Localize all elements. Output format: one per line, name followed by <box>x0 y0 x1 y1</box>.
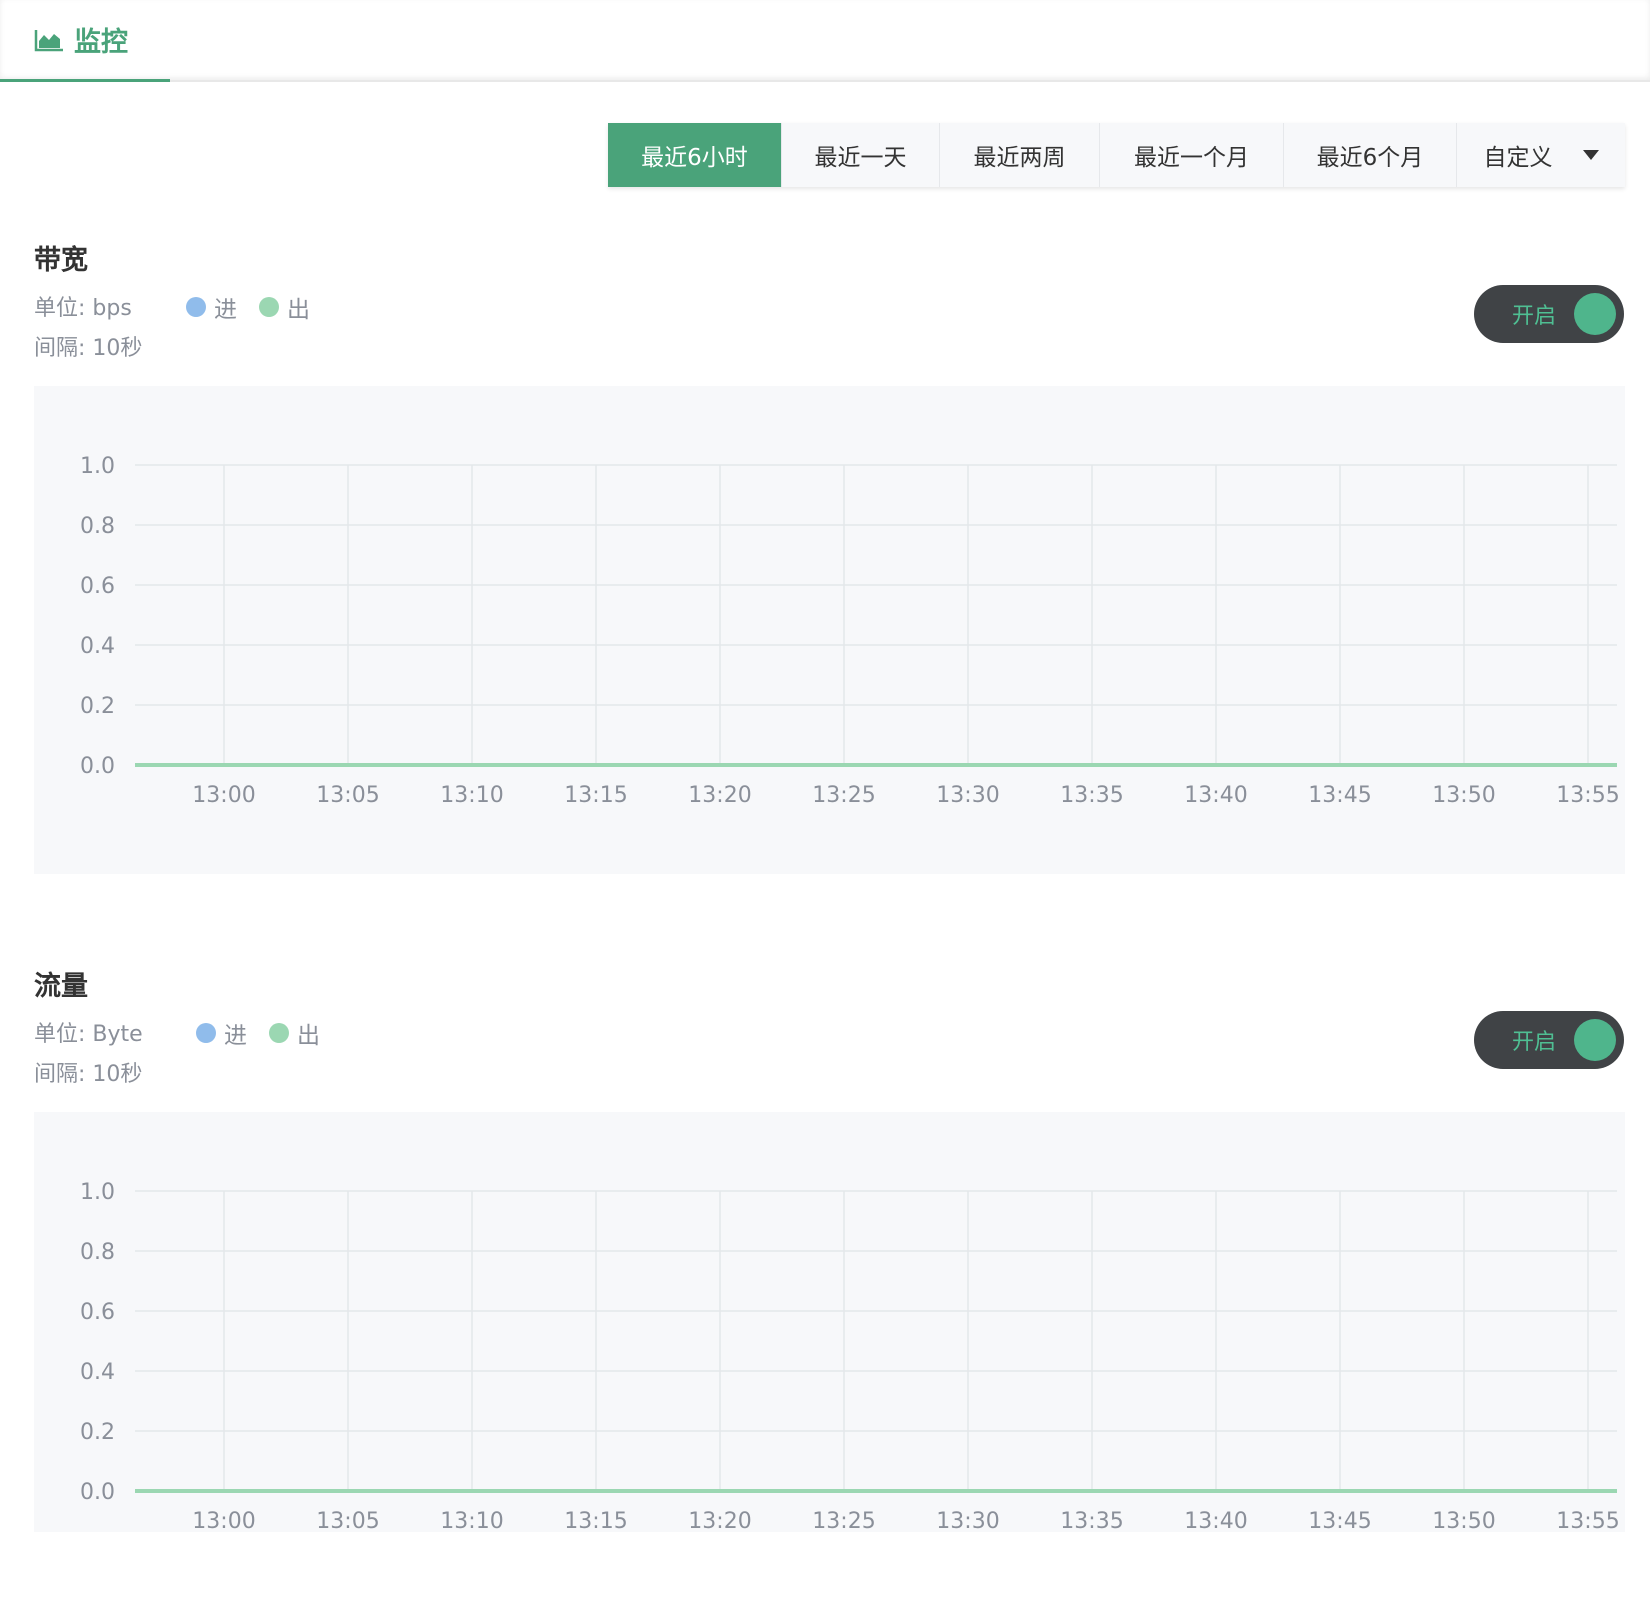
traffic-unit: 单位: Byte <box>34 1022 143 1047</box>
legend-out-dot <box>269 1023 289 1043</box>
bandwidth-unit: 单位: bps <box>34 296 132 321</box>
caret-down-icon <box>1582 150 1599 160</box>
x-tick-label: 13:10 <box>440 783 503 808</box>
range-6m-button[interactable]: 最近6个月 <box>1284 123 1457 187</box>
y-tick-label: 0.6 <box>80 1300 115 1325</box>
traffic-toggle-label: 开启 <box>1512 1030 1557 1055</box>
legend-in-dot <box>186 297 206 317</box>
x-tick-label: 13:50 <box>1432 783 1495 808</box>
range-6m-label: 最近6个月 <box>1316 145 1424 171</box>
bandwidth-interval: 间隔: 10秒 <box>34 336 143 361</box>
tab-monitor-label: 监控 <box>74 27 128 58</box>
legend-in-dot <box>196 1023 216 1043</box>
y-tick-label: 1.0 <box>80 454 115 479</box>
y-tick-label: 0.8 <box>80 1240 115 1265</box>
x-tick-label: 13:45 <box>1308 783 1371 808</box>
legend-out-label: 出 <box>297 1023 320 1049</box>
toggle-knob <box>1574 1019 1616 1061</box>
legend-out-dot <box>259 297 279 317</box>
x-tick-label: 13:45 <box>1308 1509 1371 1534</box>
range-2w-button[interactable]: 最近两周 <box>940 123 1100 187</box>
legend-in-label: 进 <box>224 1023 247 1049</box>
x-tick-label: 13:00 <box>192 1509 255 1534</box>
x-tick-label: 13:05 <box>316 1509 379 1534</box>
range-2w-label: 最近两周 <box>973 145 1066 171</box>
range-custom-label: 自定义 <box>1483 145 1553 171</box>
bandwidth-title: 带宽 <box>34 245 88 276</box>
traffic-interval: 间隔: 10秒 <box>34 1062 143 1087</box>
x-tick-label: 13:35 <box>1060 1509 1123 1534</box>
legend-out-label: 出 <box>287 297 310 323</box>
y-tick-label: 1.0 <box>80 1180 115 1205</box>
y-tick-label: 0.8 <box>80 514 115 539</box>
x-tick-label: 13:00 <box>192 783 255 808</box>
x-tick-label: 13:50 <box>1432 1509 1495 1534</box>
bandwidth-chart: 0.0 0.2 0.4 0.6 0.8 1.0 13:00 13:05 13:10 13:15 13… <box>80 454 1620 808</box>
traffic-legend: 进 出 <box>196 1016 320 1050</box>
x-tick-label: 13:40 <box>1184 783 1247 808</box>
tab-monitor[interactable]: 监控 <box>0 0 170 82</box>
time-range-selector: 最近6小时 最近一天 最近两周 最近一个月 最近6个月 自定义 <box>608 123 1625 187</box>
x-tick-label: 13:30 <box>936 783 999 808</box>
x-tick-label: 13:20 <box>688 1509 751 1534</box>
range-1m-label: 最近一个月 <box>1134 145 1249 171</box>
y-tick-label: 0.2 <box>80 694 115 719</box>
range-6h-button[interactable]: 最近6小时 <box>608 123 782 187</box>
traffic-toggle[interactable]: 开启 <box>1474 1011 1624 1069</box>
y-tick-label: 0.4 <box>80 634 115 659</box>
area-chart-icon <box>34 28 64 52</box>
range-1d-button[interactable]: 最近一天 <box>782 123 940 187</box>
x-tick-label: 13:25 <box>812 783 875 808</box>
legend-in-label: 进 <box>214 297 237 323</box>
range-custom-dropdown[interactable]: 自定义 <box>1457 123 1625 187</box>
bandwidth-legend: 进 出 <box>186 290 310 324</box>
bandwidth-toggle[interactable]: 开启 <box>1474 285 1624 343</box>
bandwidth-toggle-label: 开启 <box>1512 304 1557 329</box>
x-tick-label: 13:40 <box>1184 1509 1247 1534</box>
x-tick-label: 13:05 <box>316 783 379 808</box>
y-tick-label: 0.4 <box>80 1360 115 1385</box>
x-tick-label: 13:10 <box>440 1509 503 1534</box>
x-tick-label: 13:30 <box>936 1509 999 1534</box>
toggle-knob <box>1574 293 1616 335</box>
traffic-chart-panel: 0.0 0.2 0.4 0.6 0.8 1.0 13:00 13:05 13:10 13:15 13… <box>34 1112 1625 1534</box>
bandwidth-chart-panel: 0.0 0.2 0.4 0.6 0.8 1.0 13:00 13:05 13:10 13:15 13… <box>34 386 1625 874</box>
y-tick-label: 0.2 <box>80 1420 115 1445</box>
x-tick-label: 13:20 <box>688 783 751 808</box>
range-1m-button[interactable]: 最近一个月 <box>1100 123 1284 187</box>
x-tick-label: 13:25 <box>812 1509 875 1534</box>
x-tick-label: 13:55 <box>1556 783 1619 808</box>
traffic-chart: 0.0 0.2 0.4 0.6 0.8 1.0 13:00 13:05 13:10 13:15 13… <box>80 1180 1620 1534</box>
x-tick-label: 13:55 <box>1556 1509 1619 1534</box>
y-tick-label: 0.0 <box>80 754 115 779</box>
x-tick-label: 13:15 <box>564 783 627 808</box>
top-tab-bar: 监控 <box>0 0 1650 82</box>
x-tick-label: 13:35 <box>1060 783 1123 808</box>
range-1d-label: 最近一天 <box>814 145 907 171</box>
range-6h-label: 最近6小时 <box>641 145 748 171</box>
x-tick-label: 13:15 <box>564 1509 627 1534</box>
y-tick-label: 0.6 <box>80 574 115 599</box>
y-tick-label: 0.0 <box>80 1480 115 1505</box>
traffic-title: 流量 <box>34 971 88 1002</box>
